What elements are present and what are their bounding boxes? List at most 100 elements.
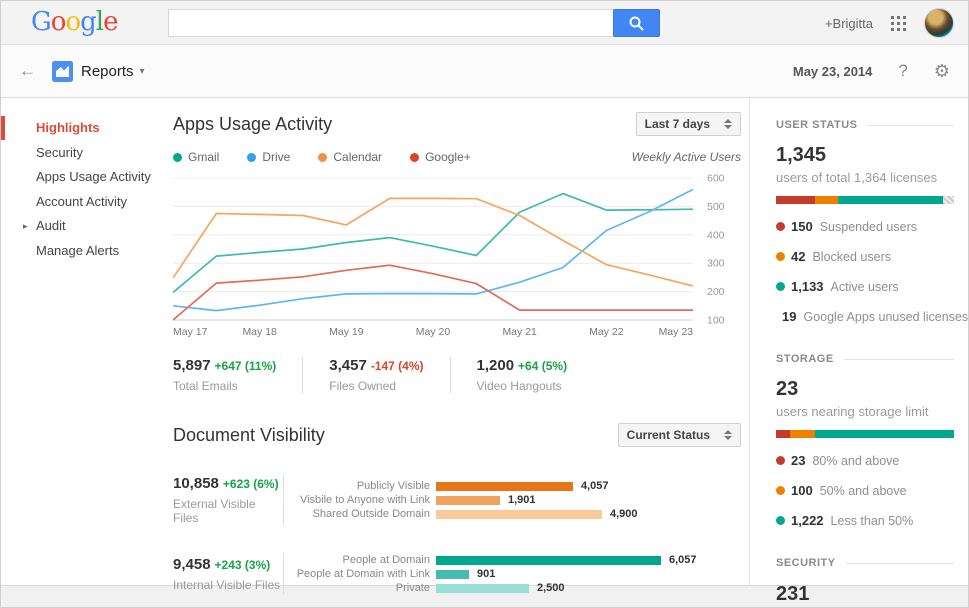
sidebar-item-highlights[interactable]: Highlights	[1, 116, 167, 141]
svg-text:May 19: May 19	[329, 326, 364, 338]
sidebar-item-account-activity[interactable]: Account Activity	[1, 190, 167, 215]
sidebar-item-manage-alerts[interactable]: Manage Alerts	[1, 239, 167, 264]
stat-delta: -147 (4%)	[371, 359, 424, 373]
sidebar-item-security[interactable]: Security	[1, 141, 167, 166]
bar-value-label: 6,057	[669, 554, 697, 566]
page-title[interactable]: Reports	[81, 63, 134, 80]
bar-value-label: 4,057	[581, 480, 609, 492]
avatar[interactable]	[924, 8, 954, 38]
search-input[interactable]	[168, 9, 614, 37]
bar[interactable]	[436, 570, 469, 579]
bar-category-label: Private	[290, 582, 430, 594]
legend-dot-icon	[247, 153, 256, 162]
legend-label: Gmail	[188, 150, 219, 164]
rail-legend-item: 10050% and above	[776, 483, 954, 498]
legend-label: Less than 50%	[831, 514, 914, 528]
date-range-value: Last 7 days	[645, 117, 710, 131]
svg-text:200: 200	[707, 286, 725, 298]
stat-delta: +243 (3%)	[215, 558, 271, 572]
stat-value: 9,458	[173, 556, 211, 573]
usage-stat: 5,897+647 (11%)Total Emails	[173, 357, 302, 393]
legend-value: 19	[782, 309, 796, 324]
apps-grid-icon[interactable]	[891, 16, 906, 31]
legend-dot-icon	[776, 486, 785, 495]
rail-legend-item: 2380% and above	[776, 453, 954, 468]
legend-calendar[interactable]: Calendar	[318, 150, 382, 164]
rail-heading: STORAGE	[776, 353, 954, 365]
stat-value: 10,858	[173, 475, 219, 492]
bar-category-label: Visbile to Anyone with Link	[290, 494, 430, 506]
svg-text:300: 300	[707, 258, 725, 270]
stat-label: Video Hangouts	[477, 379, 568, 393]
rail-section-storage: STORAGE 23 users nearing storage limit 2380…	[776, 353, 954, 528]
rail-big-number: 1,345	[776, 144, 954, 167]
stacked-bar-segment	[943, 196, 954, 204]
usage-stat: 1,200+64 (5%) Video Hangouts	[450, 357, 594, 393]
legend-dot-icon	[410, 153, 419, 162]
line-series-drive	[173, 189, 693, 310]
legend-drive[interactable]: Drive	[247, 150, 290, 164]
rail-section-security: SECURITY231External Apps installed52not …	[776, 557, 954, 608]
stacked-bar-segment	[776, 430, 790, 438]
search-button[interactable]	[613, 9, 660, 37]
sidebar-item-apps-usage-activity[interactable]: Apps Usage Activity	[1, 165, 167, 190]
legend-label: Google+	[425, 150, 471, 164]
legend-gmail[interactable]: Gmail	[173, 150, 219, 164]
sidebar-item-label: Apps Usage Activity	[36, 169, 151, 184]
rail-legend-item: 1,133 Active users	[776, 279, 954, 294]
help-icon[interactable]: ?	[898, 61, 907, 81]
back-arrow-icon[interactable]: ←	[19, 61, 36, 81]
legend-label: Suspended users	[820, 220, 917, 234]
heading-rule	[844, 359, 954, 360]
bar-value-label: 4,900	[610, 508, 638, 520]
bar[interactable]	[436, 510, 602, 519]
bar[interactable]	[436, 482, 573, 491]
gear-icon[interactable]: ⚙	[934, 61, 950, 82]
bar-value-label: 1,901	[508, 494, 536, 506]
rail-heading-label: SECURITY	[776, 557, 836, 569]
bar-row: People at Domain with Link901	[290, 567, 741, 581]
legend-label: Active users	[831, 280, 899, 294]
chevron-down-icon[interactable]: ▾	[140, 66, 145, 77]
legend-dot-icon	[776, 516, 785, 525]
legend-value: 1,133	[791, 279, 824, 294]
stat-label: Internal Visible Files	[173, 578, 283, 592]
spinner-arrows-icon	[724, 430, 732, 440]
stacked-bar-segment	[815, 196, 838, 204]
status-dropdown[interactable]: Current Status	[618, 423, 741, 447]
bar[interactable]	[436, 556, 661, 565]
svg-text:500: 500	[707, 201, 725, 213]
admin-reports-page: Google +Brigitta ← Repo	[0, 0, 969, 608]
divider	[283, 553, 284, 595]
google-logo[interactable]: Google	[31, 7, 117, 37]
stacked-bar-chart	[776, 430, 954, 438]
rail-heading-label: STORAGE	[776, 353, 834, 365]
divider	[283, 475, 284, 525]
account-name[interactable]: +Brigitta	[825, 16, 873, 31]
legend-googleplus[interactable]: Google+	[410, 150, 471, 164]
bar[interactable]	[436, 584, 529, 593]
legend-label: Calendar	[333, 150, 382, 164]
sidebar-item-audit[interactable]: ▸Audit	[1, 214, 167, 239]
svg-text:May 18: May 18	[242, 326, 277, 338]
svg-text:May 17: May 17	[173, 326, 208, 338]
stacked-bar-segment	[815, 430, 954, 438]
legend-label: Blocked users	[812, 250, 891, 264]
bar[interactable]	[436, 496, 500, 505]
svg-text:May 23: May 23	[659, 326, 694, 338]
bar-category-label: Publicly Visible	[290, 480, 430, 492]
legend-value: 23	[791, 453, 805, 468]
y-axis-note: Weekly Active Users	[632, 150, 741, 164]
usage-stat: 3,457-147 (4%)Files Owned	[302, 357, 449, 393]
rail-heading: USER STATUS	[776, 119, 954, 131]
rail-section-user-status: USER STATUS1,345users of total 1,364 lic…	[776, 119, 954, 324]
stat-delta: +64 (5%)	[518, 359, 567, 373]
content-card: HighlightsSecurity Apps Usage Activity Acc…	[1, 98, 968, 586]
stat-delta: +623 (6%)	[223, 477, 279, 491]
legend-value: 42	[791, 249, 805, 264]
status-value: Current Status	[627, 428, 710, 442]
stat-value: 1,200	[477, 357, 515, 374]
rail-sub-label: users nearing storage limit	[776, 404, 954, 419]
stacked-bar-segment	[790, 430, 815, 438]
date-range-dropdown[interactable]: Last 7 days	[636, 112, 741, 136]
